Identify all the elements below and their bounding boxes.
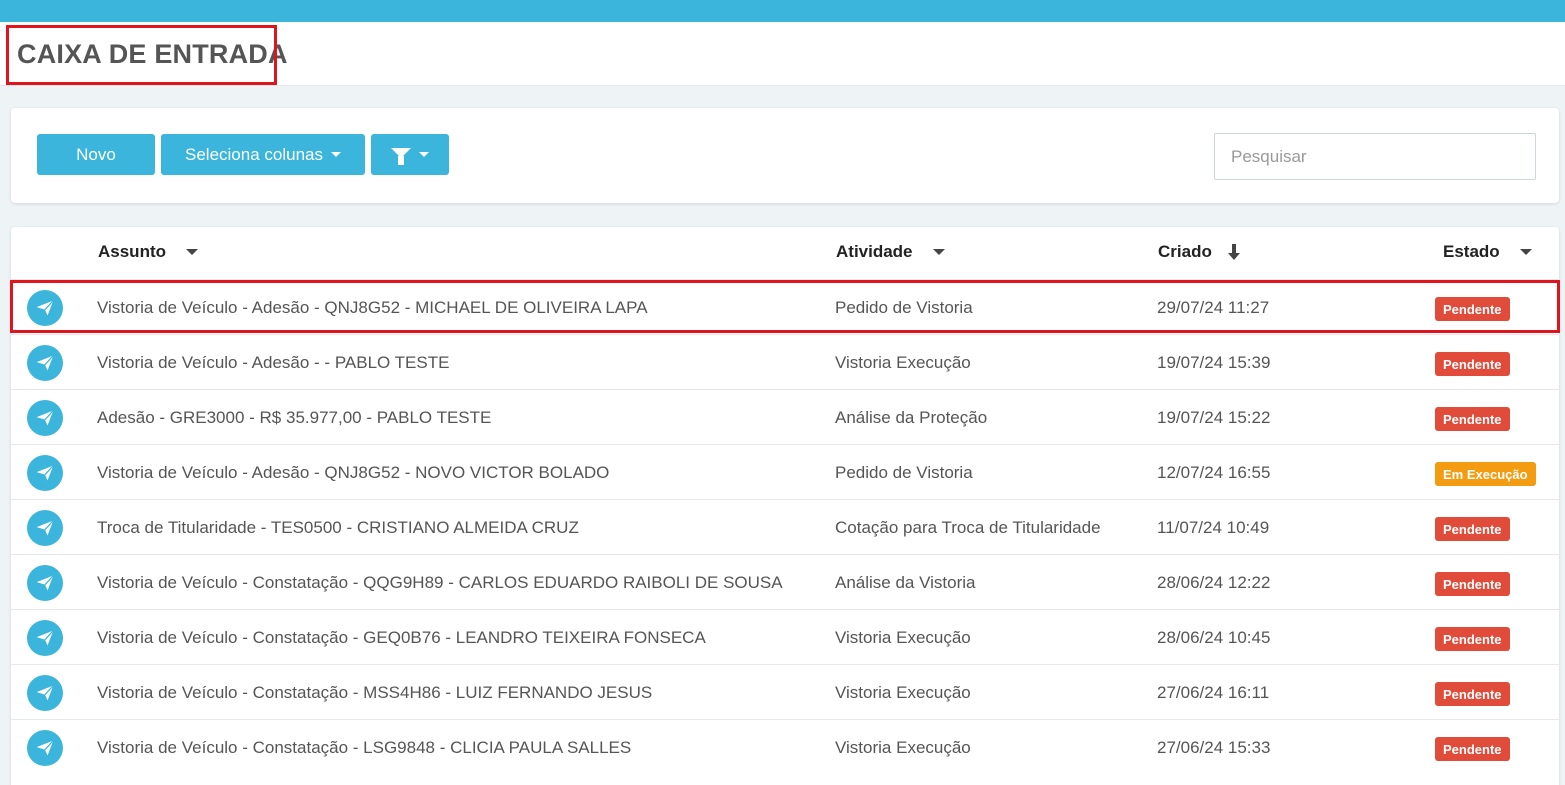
cell-assunto[interactable]: Troca de Titularidade - TES0500 - CRISTI… xyxy=(97,518,579,538)
paper-plane-icon xyxy=(27,345,63,381)
table-row[interactable]: Vistoria de Veículo - Constatação - GEQ0… xyxy=(11,609,1559,664)
search-input[interactable] xyxy=(1214,133,1536,180)
paper-plane-icon xyxy=(27,730,63,766)
funnel-icon xyxy=(391,147,411,165)
cell-criado: 27/06/24 15:33 xyxy=(1157,738,1271,757)
toolbar-card: Novo Seleciona colunas xyxy=(11,108,1559,203)
table-row[interactable]: Vistoria de Veículo - Constatação - QQG9… xyxy=(11,554,1559,609)
top-app-bar xyxy=(0,0,1565,22)
cell-criado: 29/07/24 11:27 xyxy=(1157,298,1270,317)
column-header-label: Criado xyxy=(1158,242,1212,261)
cell-criado: 27/06/24 16:11 xyxy=(1157,683,1270,702)
status-badge: Pendente xyxy=(1435,627,1510,651)
table-row[interactable]: Vistoria de Veículo - Adesão - QNJ8G52 -… xyxy=(11,444,1559,499)
column-header-criado[interactable]: Criado xyxy=(1158,242,1240,262)
status-badge: Pendente xyxy=(1435,517,1510,541)
cell-atividade: Pedido de Vistoria xyxy=(835,298,973,317)
status-badge: Pendente xyxy=(1435,407,1510,431)
cell-atividade: Vistoria Execução xyxy=(835,683,971,702)
inbox-table: Assunto Atividade Criado Estado Vistoria… xyxy=(11,227,1559,785)
cell-assunto[interactable]: Adesão - GRE3000 - R$ 35.977,00 - PABLO … xyxy=(97,408,491,428)
cell-assunto[interactable]: Vistoria de Veículo - Constatação - LSG9… xyxy=(97,738,631,758)
new-button-label: Novo xyxy=(76,144,116,164)
select-columns-button[interactable]: Seleciona colunas xyxy=(161,134,365,175)
cell-criado: 11/07/24 10:49 xyxy=(1157,518,1270,537)
select-columns-label: Seleciona colunas xyxy=(185,144,323,164)
paper-plane-icon xyxy=(27,400,63,436)
status-badge: Pendente xyxy=(1435,352,1510,376)
chevron-down-icon xyxy=(1519,249,1532,255)
table-row[interactable]: Vistoria de Veículo - Adesão - - PABLO T… xyxy=(11,334,1559,389)
status-badge: Pendente xyxy=(1435,737,1510,761)
paper-plane-icon xyxy=(27,455,63,491)
column-header-assunto[interactable]: Assunto xyxy=(98,242,198,262)
cell-criado: 19/07/24 15:39 xyxy=(1157,353,1271,372)
paper-plane-icon xyxy=(27,565,63,601)
paper-plane-icon xyxy=(27,510,63,546)
chevron-down-icon xyxy=(186,249,198,255)
paper-plane-icon xyxy=(27,675,63,711)
status-badge: Pendente xyxy=(1435,297,1510,321)
paper-plane-icon xyxy=(27,620,63,656)
cell-criado: 28/06/24 12:22 xyxy=(1157,573,1271,592)
sort-descending-icon xyxy=(1227,244,1240,260)
status-badge: Pendente xyxy=(1435,572,1510,596)
table-header: Assunto Atividade Criado Estado xyxy=(11,227,1559,279)
cell-atividade: Análise da Vistoria xyxy=(835,573,976,592)
table-row[interactable]: Vistoria de Veículo - Adesão - QNJ8G52 -… xyxy=(11,279,1559,334)
column-header-label: Assunto xyxy=(98,242,166,261)
cell-atividade: Vistoria Execução xyxy=(835,353,971,372)
table-row[interactable]: Troca de Titularidade - TES0500 - CRISTI… xyxy=(11,499,1559,554)
cell-assunto[interactable]: Vistoria de Veículo - Constatação - MSS4… xyxy=(97,683,652,703)
status-badge: Pendente xyxy=(1435,682,1510,706)
table-row[interactable]: Vistoria de Veículo - Constatação - MSS4… xyxy=(11,664,1559,719)
cell-assunto[interactable]: Vistoria de Veículo - Adesão - QNJ8G52 -… xyxy=(97,298,648,318)
cell-criado: 12/07/24 16:55 xyxy=(1157,463,1271,482)
cell-criado: 28/06/24 10:45 xyxy=(1157,628,1271,647)
chevron-down-icon xyxy=(419,152,429,157)
status-badge: Em Execução xyxy=(1435,462,1536,486)
cell-atividade: Vistoria Execução xyxy=(835,628,971,647)
chevron-down-icon xyxy=(330,152,341,157)
cell-atividade: Vistoria Execução xyxy=(835,738,971,757)
cell-assunto[interactable]: Vistoria de Veículo - Adesão - - PABLO T… xyxy=(97,353,449,373)
paper-plane-icon xyxy=(27,290,63,326)
title-highlight-box xyxy=(6,25,277,85)
cell-atividade: Análise da Proteção xyxy=(835,408,988,427)
cell-assunto[interactable]: Vistoria de Veículo - Adesão - QNJ8G52 -… xyxy=(97,463,609,483)
new-button[interactable]: Novo xyxy=(37,134,155,175)
cell-atividade: Pedido de Vistoria xyxy=(835,463,973,482)
cell-assunto[interactable]: Vistoria de Veículo - Constatação - GEQ0… xyxy=(97,628,706,648)
table-row[interactable]: Vistoria de Veículo - Constatação - LSG9… xyxy=(11,719,1559,774)
chevron-down-icon xyxy=(932,249,945,255)
cell-criado: 19/07/24 15:22 xyxy=(1157,408,1271,427)
column-header-label: Estado xyxy=(1443,242,1500,261)
cell-atividade: Cotação para Troca de Titularidade xyxy=(835,518,1101,537)
column-header-label: Atividade xyxy=(836,242,913,261)
column-header-atividade[interactable]: Atividade xyxy=(836,242,945,262)
cell-assunto[interactable]: Vistoria de Veículo - Constatação - QQG9… xyxy=(97,573,783,593)
filter-button[interactable] xyxy=(371,134,449,175)
table-row[interactable]: Adesão - GRE3000 - R$ 35.977,00 - PABLO … xyxy=(11,389,1559,444)
column-header-estado[interactable]: Estado xyxy=(1443,242,1532,262)
